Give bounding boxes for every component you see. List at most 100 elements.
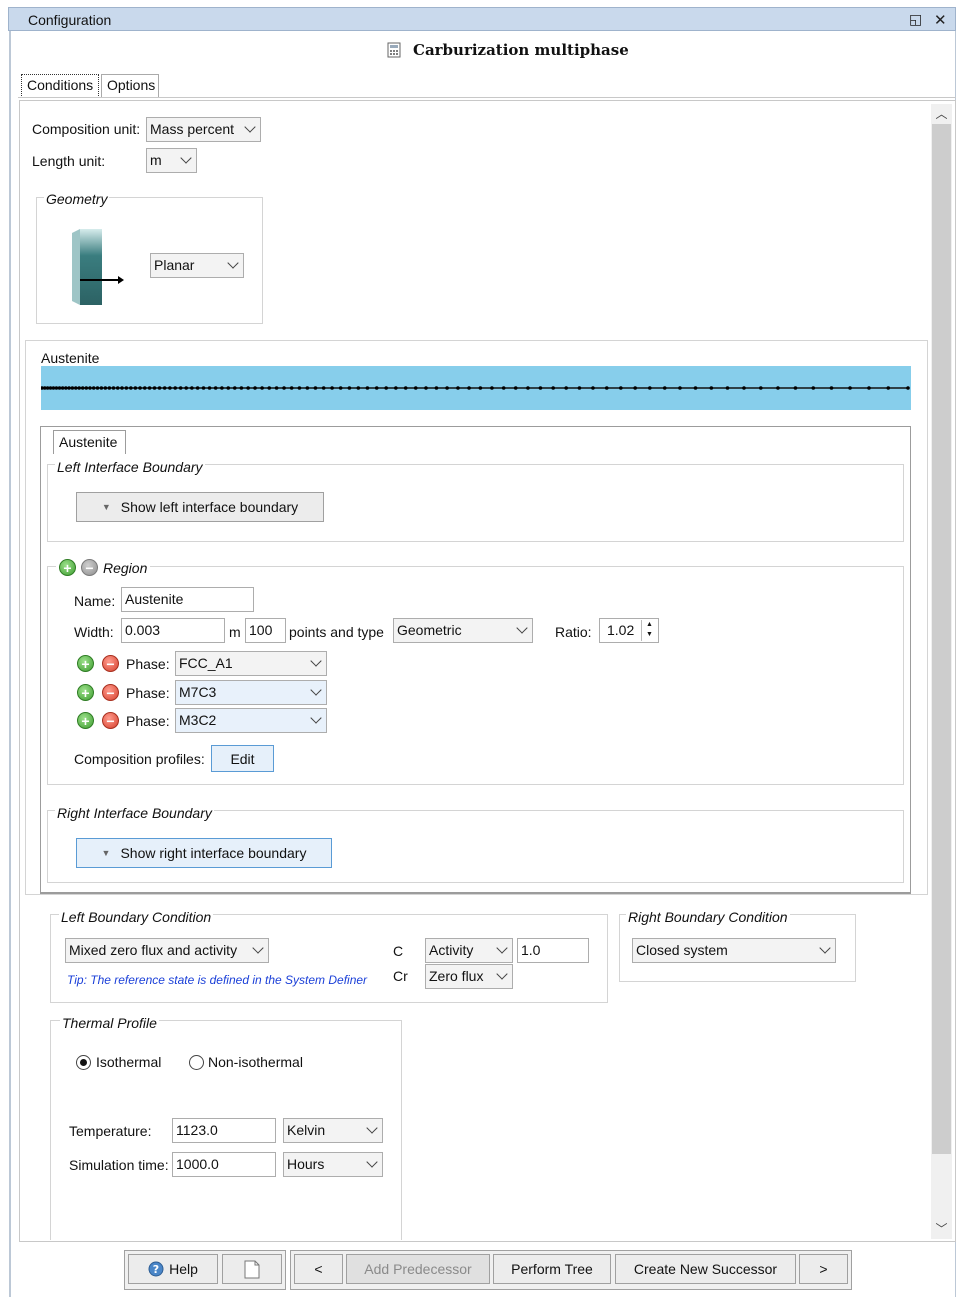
grid-point bbox=[384, 386, 388, 390]
simulation-time-value: 1000.0 bbox=[176, 1156, 219, 1172]
chevron-down-icon bbox=[516, 622, 528, 634]
triangle-down-icon: ▼ bbox=[101, 848, 111, 858]
tab-options[interactable]: Options bbox=[101, 74, 159, 98]
phase-label: Phase: bbox=[126, 713, 170, 729]
chevron-down-icon bbox=[227, 257, 239, 269]
left-boundary-select[interactable]: Mixed zero flux and activity bbox=[65, 938, 269, 963]
simulation-time-input[interactable]: 1000.0 bbox=[172, 1152, 276, 1177]
show-right-interface-button[interactable]: ▼ Show right interface boundary bbox=[76, 838, 332, 868]
perform-tree-button[interactable]: Perform Tree bbox=[493, 1254, 611, 1284]
points-value: 100 bbox=[249, 622, 273, 638]
element-c-condition-value: Activity bbox=[429, 942, 474, 958]
phase-value-2: M7C3 bbox=[179, 684, 217, 700]
thermal-profile-label: Thermal Profile bbox=[60, 1015, 159, 1031]
geometry-label: Geometry bbox=[44, 191, 110, 207]
region-name-input[interactable]: Austenite bbox=[121, 587, 254, 612]
element-cr-condition-value: Zero flux bbox=[429, 968, 484, 984]
scroll-down-icon[interactable]: ﹀ bbox=[933, 1221, 950, 1238]
grid-point bbox=[239, 386, 244, 390]
add-phase-icon[interactable]: + bbox=[77, 655, 94, 672]
document-button[interactable] bbox=[222, 1254, 282, 1284]
tab-austenite-label: Austenite bbox=[59, 434, 118, 450]
tab-austenite[interactable]: Austenite bbox=[53, 430, 126, 454]
simulation-time-unit-select[interactable]: Hours bbox=[283, 1152, 383, 1177]
grid-point bbox=[84, 386, 89, 390]
help-button-label: Help bbox=[169, 1261, 198, 1277]
right-boundary-select[interactable]: Closed system bbox=[632, 938, 836, 963]
tab-conditions[interactable]: Conditions bbox=[21, 74, 99, 98]
scrollbar-thumb[interactable] bbox=[932, 124, 951, 1154]
isothermal-label: Isothermal bbox=[96, 1054, 162, 1070]
chevron-down-icon bbox=[252, 942, 264, 954]
chevron-down-icon bbox=[366, 1156, 378, 1168]
add-region-icon[interactable]: + bbox=[59, 559, 76, 576]
grid-point bbox=[57, 386, 62, 390]
phase-select-2[interactable]: M7C3 bbox=[175, 680, 327, 705]
element-cr-condition-select[interactable]: Zero flux bbox=[425, 964, 513, 989]
region-name-value: Austenite bbox=[125, 591, 184, 607]
right-boundary-value: Closed system bbox=[636, 942, 728, 958]
grid-point bbox=[297, 386, 302, 390]
next-button-label: > bbox=[819, 1261, 828, 1277]
width-unit: m bbox=[229, 624, 241, 640]
temperature-unit-select[interactable]: Kelvin bbox=[283, 1118, 383, 1143]
region-preview-bar bbox=[40, 366, 911, 410]
non-isothermal-radio[interactable] bbox=[189, 1055, 204, 1070]
region-label: Region bbox=[103, 559, 148, 576]
temperature-input[interactable]: 1123.0 bbox=[172, 1118, 276, 1143]
grid-point bbox=[551, 386, 555, 390]
grid-type-select[interactable]: Geometric bbox=[393, 618, 533, 643]
ratio-spinner[interactable]: 1.02 ▲ ▼ bbox=[599, 618, 659, 643]
page-title: Carburization multiphase bbox=[385, 41, 629, 59]
grid-point bbox=[313, 386, 318, 390]
remove-phase-icon[interactable]: − bbox=[102, 684, 119, 701]
edit-composition-button[interactable]: Edit bbox=[211, 745, 274, 772]
previous-button[interactable]: < bbox=[294, 1254, 343, 1284]
grid-point bbox=[195, 386, 200, 390]
length-unit-select[interactable]: m bbox=[146, 148, 197, 173]
element-c-activity-input[interactable]: 1.0 bbox=[517, 938, 589, 963]
points-input[interactable]: 100 bbox=[245, 618, 286, 643]
help-button[interactable]: ? Help bbox=[128, 1254, 218, 1284]
show-left-interface-button[interactable]: ▼ Show left interface boundary bbox=[76, 492, 324, 522]
close-icon[interactable]: ✕ bbox=[934, 11, 947, 29]
grid-point bbox=[434, 386, 439, 390]
element-c-condition-select[interactable]: Activity bbox=[425, 938, 513, 963]
create-successor-button[interactable]: Create New Successor bbox=[615, 1254, 796, 1284]
region-preview-label: Austenite bbox=[41, 350, 100, 366]
grid-point bbox=[424, 386, 428, 390]
composition-unit-label: Composition unit: bbox=[32, 121, 141, 137]
grid-point bbox=[347, 386, 352, 390]
grid-point bbox=[886, 386, 891, 390]
grid-point bbox=[906, 386, 910, 390]
planar-geometry-icon bbox=[72, 229, 124, 305]
grid-point bbox=[88, 386, 92, 390]
add-phase-icon[interactable]: + bbox=[77, 684, 94, 701]
width-label: Width: bbox=[74, 624, 114, 640]
add-predecessor-button[interactable]: Add Predecessor bbox=[346, 1254, 490, 1284]
scroll-up-icon[interactable]: ︿ bbox=[933, 106, 950, 123]
remove-phase-icon[interactable]: − bbox=[102, 712, 119, 729]
remove-phase-icon[interactable]: − bbox=[102, 655, 119, 672]
isothermal-radio[interactable] bbox=[76, 1055, 91, 1070]
add-phase-icon[interactable]: + bbox=[77, 712, 94, 729]
points-type-label: points and type bbox=[289, 624, 384, 640]
geometry-select[interactable]: Planar bbox=[150, 253, 244, 278]
restore-icon[interactable]: ◱ bbox=[909, 11, 922, 28]
next-button[interactable]: > bbox=[799, 1254, 848, 1284]
left-boundary-label: Left Boundary Condition bbox=[59, 909, 214, 925]
remove-region-icon[interactable]: − bbox=[81, 559, 98, 576]
width-input[interactable]: 0.003 bbox=[121, 618, 225, 643]
composition-unit-select[interactable]: Mass percent bbox=[146, 117, 261, 142]
grid-point bbox=[232, 386, 237, 390]
phase-select-1[interactable]: FCC_A1 bbox=[175, 651, 327, 676]
region-name-label: Name: bbox=[74, 593, 116, 609]
phase-select-3[interactable]: M3C2 bbox=[175, 708, 327, 733]
grid-point bbox=[138, 386, 142, 390]
show-right-interface-label: Show right interface boundary bbox=[120, 845, 307, 861]
grid-point bbox=[321, 386, 326, 390]
triangle-down-icon: ▼ bbox=[101, 502, 111, 512]
grid-point bbox=[207, 386, 212, 390]
grid-point bbox=[147, 386, 152, 390]
spinner-arrows-icon[interactable]: ▲ ▼ bbox=[641, 620, 657, 641]
